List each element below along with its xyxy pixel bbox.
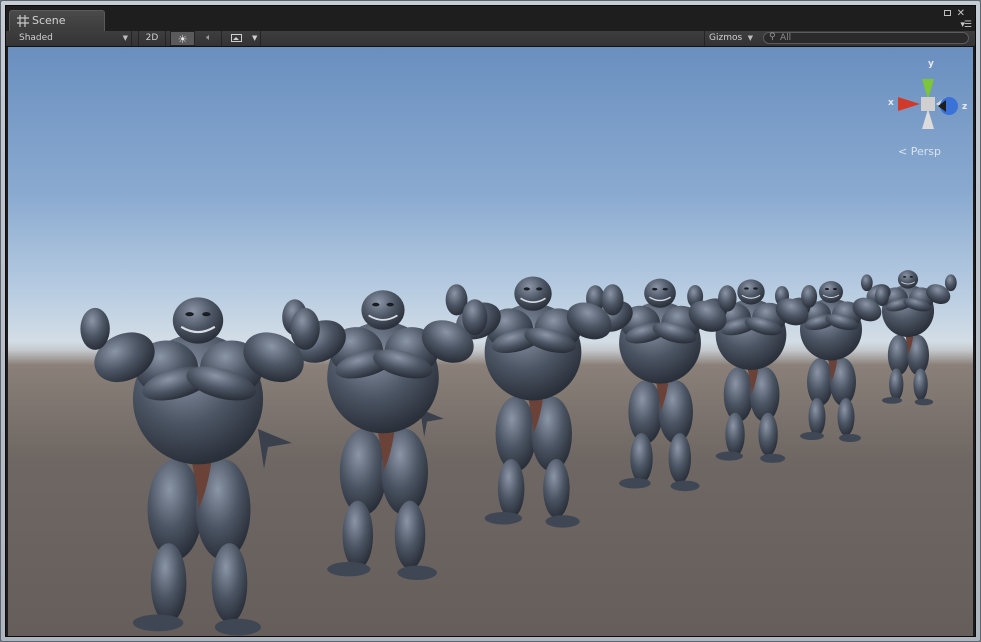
tab-bar: Scene ✕ ▾☰	[6, 6, 975, 31]
lighting-toggle-button[interactable]: ☀	[170, 31, 195, 46]
draw-mode-label: Shaded	[19, 33, 53, 43]
effects-dropdown[interactable]: ▼	[226, 31, 261, 46]
audio-toggle-button[interactable]: 🔈︎	[197, 31, 222, 46]
search-icon: ⚲	[769, 32, 776, 42]
tab-label: Scene	[32, 14, 66, 27]
projection-toggle[interactable]: < Persp	[898, 145, 941, 158]
image-icon	[231, 34, 242, 42]
chevron-down-icon: ▼	[747, 34, 753, 42]
scene-objects	[79, 269, 958, 636]
creature-1[interactable]	[79, 296, 321, 636]
tab-scene[interactable]: Scene	[9, 10, 105, 31]
maximize-icon[interactable]	[944, 10, 951, 16]
perspective-icon: <	[898, 145, 908, 158]
chevron-down-icon: ▼	[122, 34, 128, 42]
z-axis-label: z	[962, 102, 968, 112]
draw-mode-dropdown[interactable]: Shaded ▼	[10, 31, 132, 46]
search-field[interactable]: ⚲	[763, 32, 969, 44]
x-axis-label: x	[888, 98, 894, 108]
creature-7[interactable]	[860, 269, 958, 406]
search-input[interactable]	[780, 33, 960, 43]
projection-label: Persp	[910, 145, 941, 158]
gizmos-dropdown[interactable]: Gizmos ▼	[704, 31, 756, 46]
panel-menu-icon[interactable]: ▾☰	[960, 21, 972, 30]
grid-icon	[17, 15, 29, 27]
y-axis-label: y	[928, 59, 934, 69]
2d-toggle-button[interactable]: 2D	[138, 31, 166, 46]
speaker-icon: 🔈︎	[206, 33, 212, 43]
sun-icon: ☀	[177, 33, 188, 46]
gizmos-label: Gizmos	[709, 33, 743, 43]
chevron-down-icon: ▼	[252, 34, 258, 42]
scene-toolbar: Shaded ▼ 2D ☀ 🔈︎ ▼ Gizmos ▼ ⚲	[6, 31, 975, 47]
scene-window: Scene ✕ ▾☰ Shaded ▼ 2D ☀ 🔈︎ ▼ Gizmos ▼ ⚲…	[0, 0, 981, 642]
scene-panel: Scene ✕ ▾☰ Shaded ▼ 2D ☀ 🔈︎ ▼ Gizmos ▼ ⚲…	[5, 5, 976, 637]
orientation-gizmo[interactable]: y x z	[878, 59, 970, 141]
scene-viewport[interactable]: y x z < Persp	[8, 47, 973, 636]
close-icon[interactable]: ✕	[957, 9, 965, 19]
tail-fin-1	[258, 429, 292, 469]
